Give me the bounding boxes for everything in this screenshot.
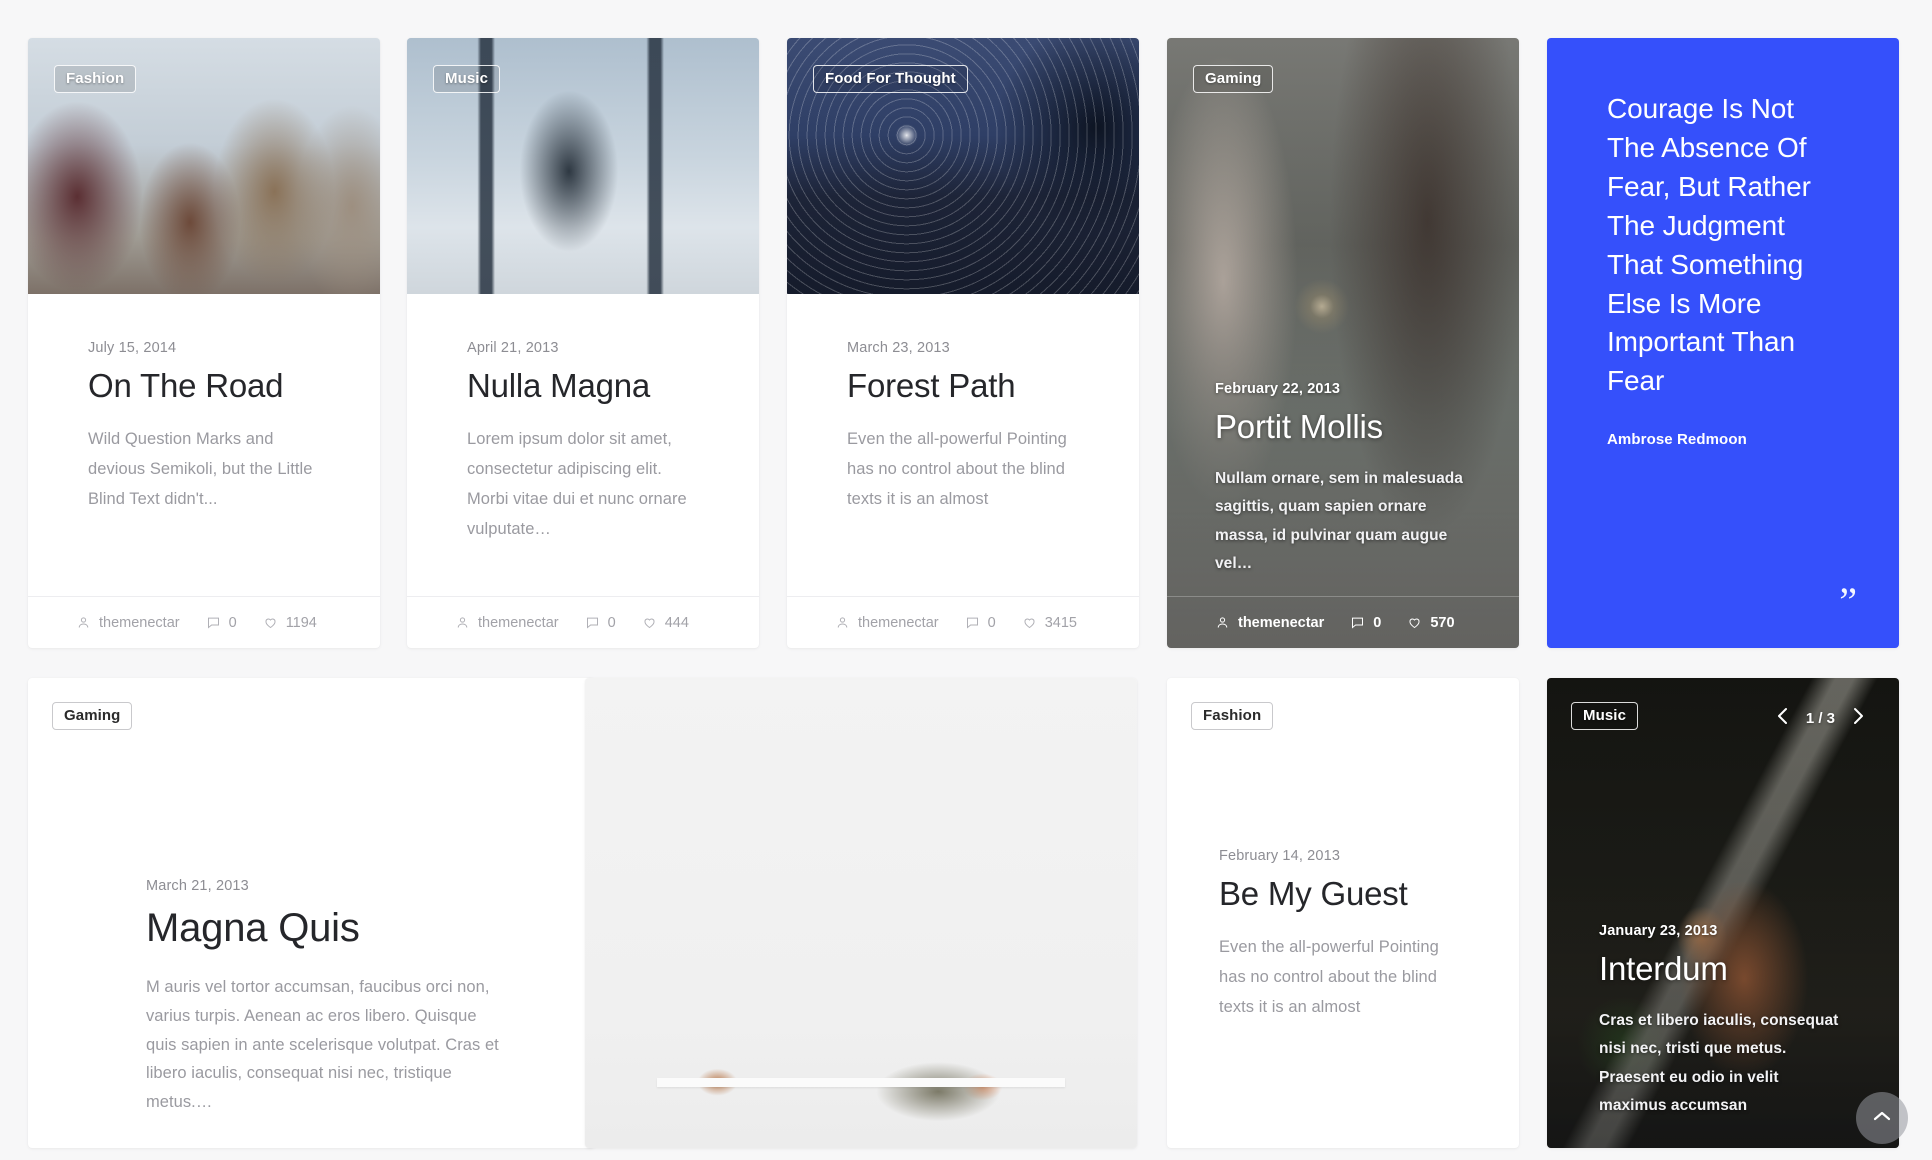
post-likes[interactable]: 444 (642, 615, 689, 631)
scroll-to-top-button[interactable] (1856, 1092, 1908, 1144)
post-likes-count: 3415 (1044, 614, 1077, 631)
user-icon (76, 615, 91, 630)
quote-author: Ambrose Redmoon (1607, 431, 1747, 449)
post-thumbnail[interactable]: Food For Thought (787, 38, 1139, 294)
post-card-interdum[interactable]: Music 1 / 3 January 23, 2013 Interdum Cr… (1547, 678, 1899, 1148)
post-title[interactable]: On The Road (88, 366, 320, 406)
post-body: April 21, 2013 Nulla Magna Lorem ipsum d… (407, 294, 759, 596)
post-comments-count: 0 (228, 614, 237, 631)
comment-icon (1350, 615, 1365, 630)
category-badge[interactable]: Gaming (52, 702, 133, 731)
blog-masonry-grid: Fashion July 15, 2014 On The Road Wild Q… (0, 0, 1932, 1160)
post-excerpt: Lorem ipsum dolor sit amet, consectetur … (467, 430, 687, 539)
post-author[interactable]: themenectar (455, 615, 559, 631)
post-author-label: themenectar (99, 614, 180, 631)
post-comments-count: 0 (607, 614, 616, 631)
post-thumbnail[interactable]: Music (407, 38, 759, 294)
post-comments[interactable]: 0 (585, 615, 616, 631)
heart-icon (642, 615, 657, 630)
post-likes[interactable]: 1194 (263, 615, 317, 631)
post-title[interactable]: Portit Mollis (1215, 407, 1471, 447)
post-date: July 15, 2014 (88, 340, 177, 356)
post-body: March 21, 2013 Magna Quis M auris vel to… (28, 678, 595, 1148)
post-comments[interactable]: 0 (1350, 615, 1381, 631)
post-date: April 21, 2013 (467, 340, 559, 356)
post-excerpt: Even the all-powerful Pointing has no co… (1219, 938, 1439, 1017)
post-excerpt: M auris vel tortor accumsan, faucibus or… (146, 977, 499, 1112)
post-excerpt: Nullam ornare, sem in malesuada sagittis… (1215, 470, 1463, 572)
user-icon (835, 615, 850, 630)
post-author[interactable]: themenectar (1215, 615, 1324, 631)
post-card-forest-path[interactable]: Food For Thought March 23, 2013 Forest P… (787, 38, 1139, 648)
post-body: July 15, 2014 On The Road Wild Question … (28, 294, 380, 596)
quote-text: Courage Is Not The Absence Of Fear, But … (1607, 93, 1811, 397)
post-body: February 14, 2013 Be My Guest Even the a… (1167, 678, 1519, 1148)
post-title[interactable]: Nulla Magna (467, 366, 699, 406)
quote-card[interactable]: Courage Is Not The Absence Of Fear, But … (1547, 38, 1899, 648)
post-excerpt: Even the all-powerful Pointing has no co… (847, 430, 1067, 509)
quote-icon: ” (1839, 579, 1857, 624)
post-body: February 22, 2013 Portit Mollis Nullam o… (1167, 381, 1519, 596)
category-badge[interactable]: Fashion (54, 65, 137, 94)
post-likes[interactable]: 570 (1407, 614, 1455, 631)
post-meta: themenectar 0 3415 (787, 596, 1139, 648)
comment-icon (965, 615, 980, 630)
category-badge[interactable]: Music (1571, 702, 1639, 731)
heart-icon (263, 615, 278, 630)
post-author-label: themenectar (1238, 614, 1325, 631)
post-comments[interactable]: 0 (206, 615, 237, 631)
post-comments-count: 0 (987, 614, 996, 631)
category-badge[interactable]: Fashion (1191, 702, 1274, 731)
post-comments-count: 0 (1373, 614, 1382, 631)
post-card-portit-mollis[interactable]: Gaming February 22, 2013 Portit Mollis N… (1167, 38, 1519, 648)
post-date: March 21, 2013 (146, 878, 249, 894)
post-likes-count: 1194 (285, 614, 317, 631)
post-title[interactable]: Magna Quis (146, 904, 505, 953)
slider-navigation[interactable]: 1 / 3 (1776, 706, 1865, 730)
post-card-on-the-road[interactable]: Fashion July 15, 2014 On The Road Wild Q… (28, 38, 380, 648)
user-icon (1215, 615, 1230, 630)
post-meta: themenectar 0 1194 (28, 596, 380, 648)
post-likes-count: 444 (664, 614, 689, 631)
post-author[interactable]: themenectar (835, 615, 939, 631)
post-author-label: themenectar (858, 614, 939, 631)
comment-icon (206, 615, 221, 630)
minimal-desk-photo (585, 678, 1137, 1148)
post-excerpt: Wild Question Marks and devious Semikoli… (88, 430, 313, 509)
post-body: March 23, 2013 Forest Path Even the all-… (787, 294, 1139, 596)
post-excerpt: Cras et libero iaculis, consequat nisi n… (1599, 1012, 1839, 1114)
category-badge[interactable]: Food For Thought (813, 65, 968, 94)
post-author[interactable]: themenectar (76, 615, 180, 631)
post-title[interactable]: Forest Path (847, 366, 1079, 406)
post-likes[interactable]: 3415 (1022, 615, 1077, 631)
category-badge[interactable]: Gaming (1193, 65, 1274, 94)
chevron-left-icon[interactable] (1776, 706, 1790, 730)
post-card-image-only[interactable] (585, 678, 1137, 1148)
post-title[interactable]: Interdum (1599, 949, 1847, 989)
slider-counter: 1 / 3 (1805, 709, 1835, 727)
post-comments[interactable]: 0 (965, 615, 996, 631)
post-author-label: themenectar (478, 614, 559, 631)
post-card-magna-quis[interactable]: Gaming March 21, 2013 Magna Quis M auris… (28, 678, 595, 1148)
post-date: January 23, 2013 (1599, 922, 1718, 939)
post-date: March 23, 2013 (847, 340, 950, 356)
post-body: January 23, 2013 Interdum Cras et libero… (1547, 923, 1899, 1148)
post-card-nulla-magna[interactable]: Music April 21, 2013 Nulla Magna Lorem i… (407, 38, 759, 648)
chevron-right-icon[interactable] (1851, 706, 1865, 730)
post-thumbnail[interactable]: Fashion (28, 38, 380, 294)
user-icon (455, 615, 470, 630)
chevron-up-icon (1873, 1109, 1891, 1127)
quote-body: Courage Is Not The Absence Of Fear, But … (1547, 38, 1899, 448)
post-title[interactable]: Be My Guest (1219, 874, 1467, 914)
post-card-be-my-guest[interactable]: Fashion February 14, 2013 Be My Guest Ev… (1167, 678, 1519, 1148)
post-meta: themenectar 0 570 (1167, 596, 1519, 648)
post-date: February 22, 2013 (1215, 380, 1341, 397)
post-likes-count: 570 (1430, 614, 1455, 631)
category-badge[interactable]: Music (433, 65, 501, 94)
heart-icon (1022, 615, 1037, 630)
post-date: February 14, 2013 (1219, 848, 1341, 864)
heart-icon (1407, 615, 1422, 630)
post-meta: themenectar 0 444 (407, 596, 759, 648)
comment-icon (585, 615, 600, 630)
